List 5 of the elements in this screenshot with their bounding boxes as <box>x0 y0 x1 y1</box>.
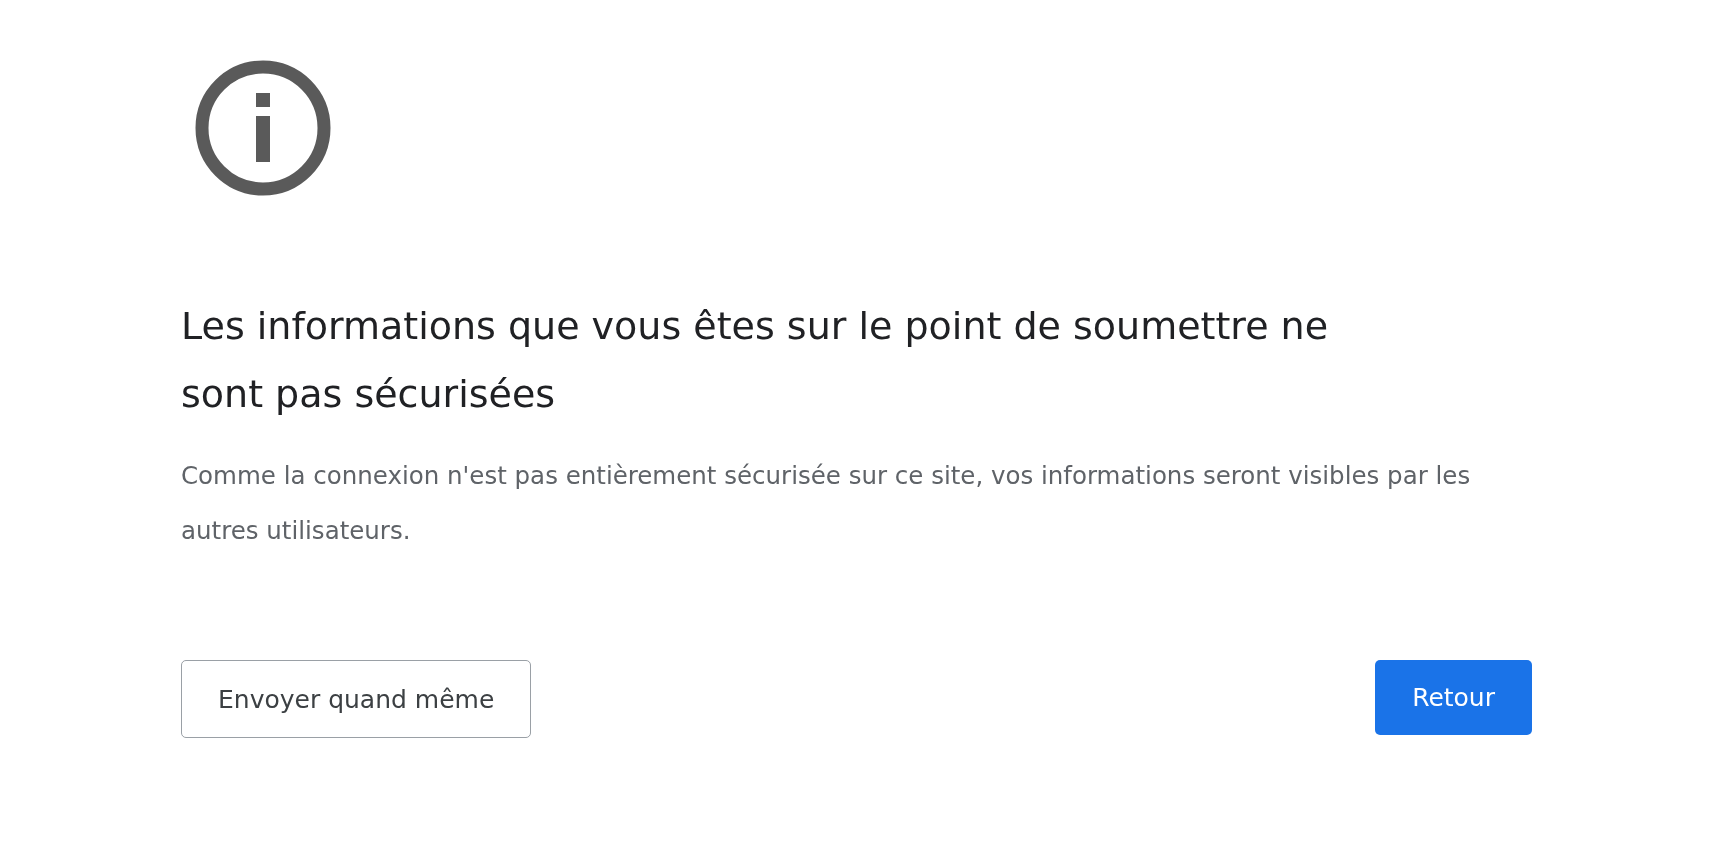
back-button[interactable]: Retour <box>1375 660 1532 735</box>
send-button[interactable]: Envoyer quand même <box>181 660 532 738</box>
info-icon <box>195 60 331 196</box>
heading: Les informations que vous êtes sur le point de soumettre ne sont pas sécurisées <box>181 303 1330 418</box>
message: Comme la connexion n'est pas entièrement sécurisée sur ce site, vos informations seront visibles par les autres utilisateurs. <box>181 460 1472 547</box>
